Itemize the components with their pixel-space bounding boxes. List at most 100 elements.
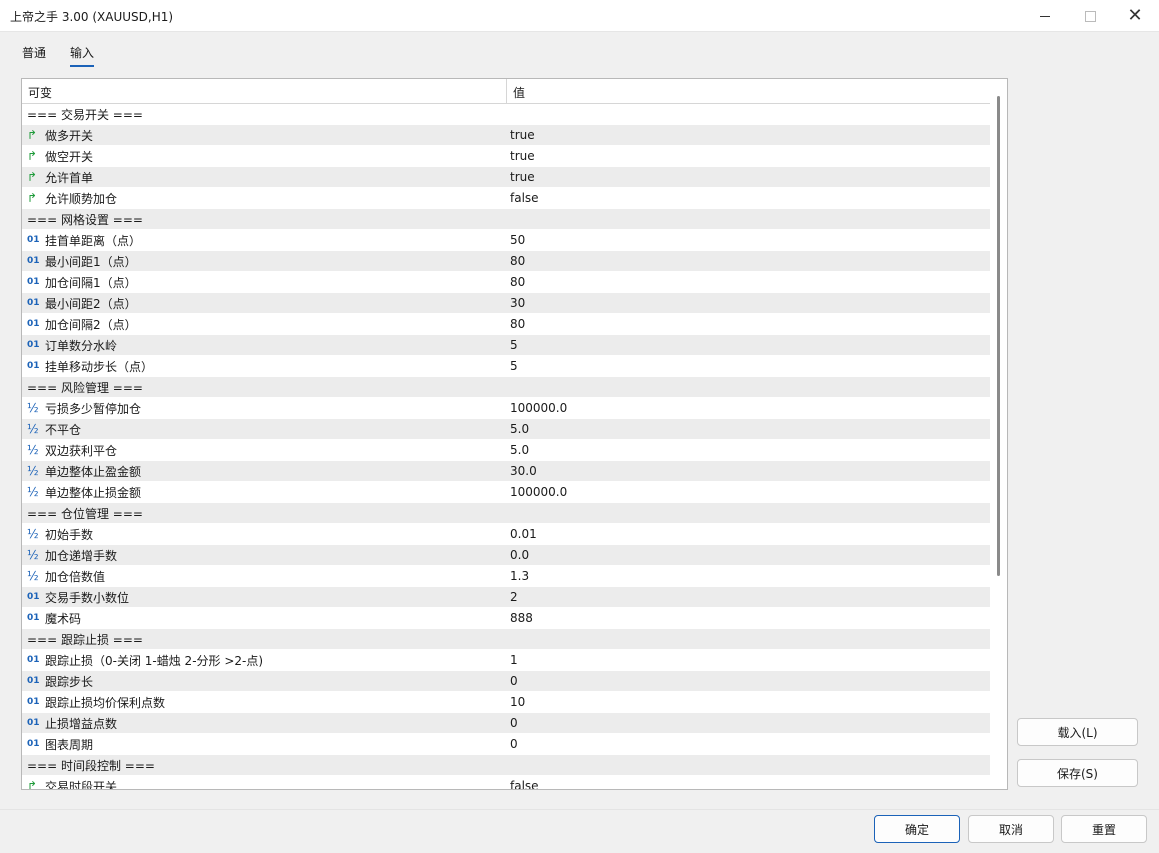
param-value-cell[interactable]: 80: [507, 251, 990, 271]
section-row[interactable]: === 网格设置 ===: [22, 209, 990, 230]
param-name: 允许顺势加仓: [45, 191, 118, 206]
double-param-icon: ½: [27, 485, 39, 499]
param-value-cell[interactable]: [507, 629, 990, 649]
int-param-icon: 01: [27, 676, 40, 686]
param-row[interactable]: 01 挂单移动步长（点） 5: [22, 356, 990, 377]
param-value-cell[interactable]: 30.0: [507, 461, 990, 481]
ok-button[interactable]: 确定: [874, 815, 960, 843]
param-value-cell[interactable]: false: [507, 776, 990, 789]
param-row[interactable]: ↱ 做空开关 true: [22, 146, 990, 167]
param-value-cell[interactable]: true: [507, 146, 990, 166]
int-param-icon: 01: [27, 739, 40, 749]
param-row[interactable]: ½ 双边获利平仓 5.0: [22, 440, 990, 461]
param-row[interactable]: 01 交易手数小数位 2: [22, 587, 990, 608]
param-name: 双边获利平仓: [45, 443, 118, 458]
param-value-cell[interactable]: 5: [507, 356, 990, 376]
param-value-cell[interactable]: [507, 104, 990, 124]
param-row[interactable]: ↱ 交易时段开关 false: [22, 776, 990, 789]
maximize-button[interactable]: [1067, 0, 1113, 32]
param-row[interactable]: 01 止损增益点数 0: [22, 713, 990, 734]
param-row[interactable]: ↱ 做多开关 true: [22, 125, 990, 146]
param-value-cell[interactable]: true: [507, 125, 990, 145]
section-row[interactable]: === 交易开关 ===: [22, 104, 990, 125]
param-row[interactable]: ½ 亏损多少暂停加仓 100000.0: [22, 398, 990, 419]
scrollbar-thumb[interactable]: [997, 96, 1000, 576]
param-row[interactable]: 01 图表周期 0: [22, 734, 990, 755]
reset-button[interactable]: 重置: [1061, 815, 1147, 843]
param-row[interactable]: ½ 不平仓 5.0: [22, 419, 990, 440]
param-value-cell[interactable]: 1.3: [507, 566, 990, 586]
param-row[interactable]: ½ 加仓倍数值 1.3: [22, 566, 990, 587]
param-value-cell[interactable]: 100000.0: [507, 398, 990, 418]
param-value-cell[interactable]: false: [507, 188, 990, 208]
section-row[interactable]: === 时间段控制 ===: [22, 755, 990, 776]
double-param-icon: ½: [27, 569, 39, 583]
load-button[interactable]: 载入(L): [1017, 718, 1138, 746]
close-icon: ✕: [1127, 5, 1143, 26]
param-row[interactable]: 01 订单数分水岭 5: [22, 335, 990, 356]
param-value-cell[interactable]: 5: [507, 335, 990, 355]
param-row[interactable]: 01 魔术码 888: [22, 608, 990, 629]
param-value-cell[interactable]: 888: [507, 608, 990, 628]
param-row[interactable]: ½ 单边整体止盈金额 30.0: [22, 461, 990, 482]
param-row[interactable]: ½ 单边整体止损金额 100000.0: [22, 482, 990, 503]
param-row[interactable]: ½ 初始手数 0.01: [22, 524, 990, 545]
param-name-cell: ½ 加仓倍数值: [22, 566, 506, 586]
param-row[interactable]: 01 跟踪止损（0-关闭 1-蜡烛 2-分形 >2-点) 1: [22, 650, 990, 671]
int-param-icon: 01: [27, 655, 40, 665]
param-value-cell[interactable]: [507, 377, 990, 397]
column-header-variable[interactable]: 可变: [28, 84, 52, 101]
param-name: 交易手数小数位: [45, 590, 130, 605]
param-name: 最小间距2（点）: [45, 296, 137, 311]
param-value-cell[interactable]: 0: [507, 734, 990, 754]
tab-inputs[interactable]: 输入: [70, 44, 95, 67]
param-name-cell: ↱ 做多开关: [22, 125, 506, 145]
param-value-cell[interactable]: 30: [507, 293, 990, 313]
param-name: 加仓间隔2（点）: [45, 317, 137, 332]
param-value-cell[interactable]: 0.0: [507, 545, 990, 565]
section-row[interactable]: === 跟踪止损 ===: [22, 629, 990, 650]
param-row[interactable]: 01 跟踪止损均价保利点数 10: [22, 692, 990, 713]
param-row[interactable]: 01 跟踪步长 0: [22, 671, 990, 692]
param-value-cell[interactable]: 80: [507, 314, 990, 334]
param-value-cell[interactable]: [507, 209, 990, 229]
param-name-cell: === 仓位管理 ===: [22, 503, 506, 523]
param-name: 允许首单: [45, 170, 94, 185]
param-value-cell[interactable]: 2: [507, 587, 990, 607]
param-value-cell[interactable]: 1: [507, 650, 990, 670]
section-row[interactable]: === 仓位管理 ===: [22, 503, 990, 524]
param-name-cell: 01 订单数分水岭: [22, 335, 506, 355]
param-row[interactable]: 01 最小间距1（点） 80: [22, 251, 990, 272]
param-value-cell[interactable]: 5.0: [507, 440, 990, 460]
section-row[interactable]: === 风险管理 ===: [22, 377, 990, 398]
param-row[interactable]: 01 加仓间隔1（点） 80: [22, 272, 990, 293]
param-value-cell[interactable]: 0: [507, 671, 990, 691]
vertical-scrollbar[interactable]: [990, 79, 1007, 789]
param-row[interactable]: 01 最小间距2（点） 30: [22, 293, 990, 314]
param-row[interactable]: ↱ 允许顺势加仓 false: [22, 188, 990, 209]
param-row[interactable]: ↱ 允许首单 true: [22, 167, 990, 188]
param-value-cell[interactable]: [507, 755, 990, 775]
double-param-icon: ½: [27, 422, 39, 436]
param-name: 加仓倍数值: [45, 569, 106, 584]
param-value-cell[interactable]: 10: [507, 692, 990, 712]
param-value-cell[interactable]: 80: [507, 272, 990, 292]
param-value-cell[interactable]: 5.0: [507, 419, 990, 439]
param-name-cell: 01 加仓间隔1（点）: [22, 272, 506, 292]
column-header-value[interactable]: 值: [513, 84, 525, 101]
param-value-cell[interactable]: true: [507, 167, 990, 187]
param-value-cell[interactable]: 100000.0: [507, 482, 990, 502]
save-button[interactable]: 保存(S): [1017, 759, 1138, 787]
cancel-button[interactable]: 取消: [968, 815, 1054, 843]
param-value-cell[interactable]: 50: [507, 230, 990, 250]
tab-general[interactable]: 普通: [22, 44, 46, 65]
param-value-cell[interactable]: 0.01: [507, 524, 990, 544]
param-value-cell[interactable]: 0: [507, 713, 990, 733]
param-row[interactable]: 01 挂首单距离（点） 50: [22, 230, 990, 251]
minimize-button[interactable]: [1022, 0, 1068, 32]
param-name-cell: 01 跟踪止损均价保利点数: [22, 692, 506, 712]
param-row[interactable]: 01 加仓间隔2（点） 80: [22, 314, 990, 335]
close-button[interactable]: ✕: [1112, 0, 1158, 32]
param-value-cell[interactable]: [507, 503, 990, 523]
param-row[interactable]: ½ 加仓递增手数 0.0: [22, 545, 990, 566]
